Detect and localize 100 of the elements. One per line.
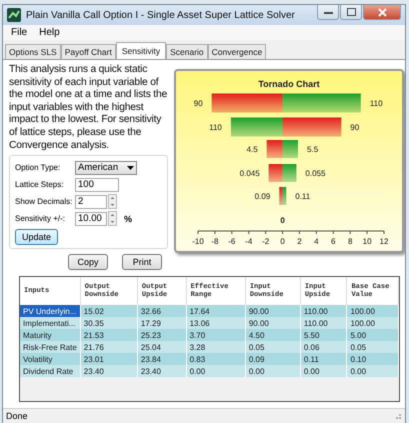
spinner-buttons[interactable] bbox=[108, 194, 117, 210]
value-label: 0.055 bbox=[305, 169, 326, 178]
table-cell: 90.00 bbox=[245, 305, 300, 318]
minimize-icon bbox=[324, 10, 332, 14]
spinner-buttons[interactable] bbox=[108, 211, 117, 226]
table-cell: 90.00 bbox=[245, 317, 300, 330]
value-label: 0.11 bbox=[295, 192, 310, 201]
table-cell: 0.09 bbox=[245, 353, 300, 366]
table-cell: 23.40 bbox=[137, 365, 186, 378]
tick-label: 12 bbox=[380, 237, 388, 246]
table-cell: 0.05 bbox=[346, 341, 398, 354]
option-type-dropdown[interactable]: American bbox=[75, 160, 137, 175]
table-cell: 100.00 bbox=[346, 305, 398, 318]
table-cell[interactable]: Implementati... bbox=[20, 317, 80, 330]
tick-label: 6 bbox=[331, 237, 336, 246]
field-label: Option Type: bbox=[15, 163, 62, 172]
table-cell: 23.84 bbox=[137, 353, 186, 366]
tick-label: 4 bbox=[314, 237, 319, 246]
table-cell: 0.00 bbox=[300, 365, 347, 378]
status-text: Done bbox=[6, 411, 28, 421]
table-cell: 25.04 bbox=[137, 341, 186, 354]
spinner-field[interactable]: 2 bbox=[75, 194, 107, 209]
maximize-button[interactable] bbox=[340, 5, 362, 20]
tick-label: -2 bbox=[262, 237, 270, 246]
field-label: Sensitivity +/-: bbox=[15, 214, 66, 224]
table-cell: 5.00 bbox=[346, 329, 398, 342]
description-text: This analysis runs a quick static sensitivity of each input variable of the model one at a time and lists the input variables with the highest impact to the lowest. For sensitivity of lattice steps, please use the Convergence analysis. bbox=[9, 64, 168, 152]
input-field[interactable]: 100 bbox=[75, 178, 119, 192]
table-cell: 3.70 bbox=[186, 329, 246, 342]
bar bbox=[282, 164, 296, 182]
tick-label: 10 bbox=[362, 237, 372, 246]
tab[interactable]: Options SLS bbox=[5, 44, 61, 59]
bar bbox=[266, 140, 283, 158]
app-icon bbox=[7, 8, 21, 22]
bar bbox=[282, 118, 342, 136]
table-cell[interactable]: Risk-Free Rate bbox=[20, 341, 80, 354]
menu-item[interactable]: File bbox=[7, 26, 32, 39]
table-cell: 0.00 bbox=[346, 365, 398, 378]
window-title: Plain Vanilla Call Option I - Single Asset Super Lattice Solver bbox=[26, 10, 296, 20]
table-cell: 4.50 bbox=[245, 329, 300, 342]
value-label: 5.5 bbox=[307, 145, 318, 154]
table-cell: 23.01 bbox=[80, 353, 138, 366]
table-cell: 0.06 bbox=[300, 341, 347, 354]
value-label: 0 bbox=[280, 216, 285, 225]
tick-label: 2 bbox=[297, 237, 302, 246]
action-button[interactable]: Print bbox=[122, 254, 162, 270]
close-icon bbox=[378, 8, 386, 16]
table-cell: 110.00 bbox=[300, 317, 347, 330]
table-cell: 15.02 bbox=[80, 305, 138, 318]
table-cell: 17.29 bbox=[137, 317, 186, 330]
bar bbox=[282, 140, 298, 158]
field-label: Lattice Steps: bbox=[15, 180, 64, 190]
table-cell: 21.53 bbox=[80, 329, 138, 342]
spinner-field[interactable]: 10.00 bbox=[75, 212, 107, 226]
table-cell: 0.00 bbox=[245, 365, 300, 378]
chart-title: Tornado Chart bbox=[258, 79, 320, 89]
table-cell: 13.06 bbox=[186, 317, 246, 330]
tick-label: -4 bbox=[245, 237, 252, 246]
bar bbox=[230, 118, 283, 136]
table-cell: 30.35 bbox=[80, 317, 138, 330]
minimize-button[interactable] bbox=[317, 5, 339, 20]
update-button[interactable]: Update bbox=[15, 229, 58, 246]
maximize-icon bbox=[346, 8, 356, 16]
tab[interactable]: Sensitivity bbox=[116, 42, 166, 59]
bar bbox=[212, 94, 283, 112]
value-label: 90 bbox=[350, 123, 360, 132]
caret-icon bbox=[127, 166, 134, 170]
tick-label: 0 bbox=[280, 237, 285, 246]
table-cell[interactable]: Dividend Rate bbox=[20, 365, 80, 378]
table-cell: 3.28 bbox=[186, 341, 246, 354]
bar bbox=[268, 164, 283, 182]
table-cell: 25.23 bbox=[137, 329, 186, 342]
table-cell[interactable]: Maturity bbox=[20, 329, 80, 342]
table-cell: 100.00 bbox=[346, 317, 398, 330]
tick-label: -6 bbox=[228, 237, 236, 246]
value-label: 90 bbox=[194, 99, 203, 108]
close-button[interactable] bbox=[363, 5, 401, 20]
value-label: 0.09 bbox=[254, 192, 270, 201]
menu-item[interactable]: Help bbox=[35, 26, 64, 39]
value-label: 0.045 bbox=[240, 169, 260, 178]
value-label: 4.5 bbox=[246, 145, 258, 154]
table-cell: 0.10 bbox=[346, 353, 398, 366]
table-cell: 0.83 bbox=[186, 353, 246, 366]
resize-grip-icon[interactable] bbox=[394, 412, 402, 420]
tick-label: -8 bbox=[211, 237, 218, 246]
table-cell: 5.50 bbox=[300, 329, 347, 342]
table-cell: 32.66 bbox=[137, 305, 186, 318]
tick-label: 8 bbox=[348, 237, 352, 246]
value-label: 110 bbox=[370, 99, 383, 108]
table-cell: 0.05 bbox=[245, 341, 300, 354]
tab[interactable]: Payoff Chart bbox=[60, 44, 116, 59]
table-cell[interactable]: Volatility bbox=[20, 353, 80, 366]
table-cell: 0.00 bbox=[186, 365, 246, 378]
unit-label: % bbox=[124, 214, 132, 224]
table-cell[interactable]: PV Underlyin... bbox=[20, 305, 80, 318]
table-cell: 23.40 bbox=[80, 365, 138, 378]
table-cell: 21.76 bbox=[80, 341, 138, 354]
tab[interactable]: Convergence bbox=[208, 44, 266, 59]
action-button[interactable]: Copy bbox=[68, 254, 108, 270]
tab[interactable]: Scenario bbox=[166, 44, 208, 59]
